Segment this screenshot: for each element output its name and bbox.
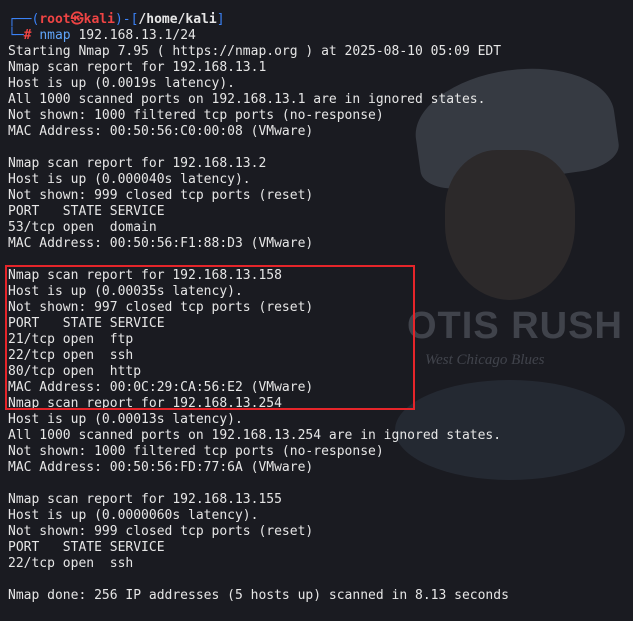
output-line: Nmap scan report for 192.168.13.1	[8, 60, 267, 75]
output-line: Not shown: 1000 filtered tcp ports (no-r…	[8, 444, 384, 459]
prompt-path: /home/kali	[138, 12, 217, 27]
prompt-line-1: ┌──(root㉿kali)-[/home/kali]	[8, 12, 633, 28]
prompt-open: ┌──(	[8, 12, 40, 27]
prompt-second-prefix: └─	[8, 28, 24, 43]
output-line: Not shown: 999 closed tcp ports (reset)	[8, 188, 314, 203]
output-line: 53/tcp open domain	[8, 220, 157, 235]
output-line: Not shown: 1000 filtered tcp ports (no-r…	[8, 108, 384, 123]
prompt-line-2: └─# nmap 192.168.13.1/24	[8, 28, 633, 44]
output-line: Starting Nmap 7.95 ( https://nmap.org ) …	[8, 44, 502, 59]
output-line: MAC Address: 00:50:56:FD:77:6A (VMware)	[8, 460, 314, 475]
output-line: 22/tcp open ssh	[8, 348, 134, 363]
output-line: Host is up (0.0019s latency).	[8, 76, 235, 91]
output-line: Nmap scan report for 192.168.13.254	[8, 396, 282, 411]
prompt-close: ]	[216, 12, 225, 27]
output-line: PORT STATE SERVICE	[8, 540, 165, 555]
terminal-output: Starting Nmap 7.95 ( https://nmap.org ) …	[8, 44, 633, 604]
output-line: Nmap scan report for 192.168.13.2	[8, 156, 267, 171]
output-line: MAC Address: 00:0C:29:CA:56:E2 (VMware)	[8, 380, 314, 395]
output-line: Not shown: 997 closed tcp ports (reset)	[8, 300, 314, 315]
output-line: PORT STATE SERVICE	[8, 316, 165, 331]
output-line: MAC Address: 00:50:56:C0:00:08 (VMware)	[8, 124, 314, 139]
prompt-user: root㉿kali	[39, 12, 115, 27]
prompt-hash: #	[23, 28, 32, 43]
output-line: Host is up (0.00035s latency).	[8, 284, 243, 299]
output-line: MAC Address: 00:50:56:F1:88:D3 (VMware)	[8, 236, 314, 251]
command-args: 192.168.13.1/24	[78, 28, 196, 43]
output-line: Not shown: 999 closed tcp ports (reset)	[8, 524, 314, 539]
output-line: 80/tcp open http	[8, 364, 142, 379]
output-line: PORT STATE SERVICE	[8, 204, 165, 219]
output-line: Nmap scan report for 192.168.13.155	[8, 492, 282, 507]
output-line: All 1000 scanned ports on 192.168.13.254…	[8, 428, 502, 443]
output-line: Host is up (0.000040s latency).	[8, 172, 251, 187]
output-line: Nmap scan report for 192.168.13.158	[8, 268, 282, 283]
prompt-mid: )-[	[114, 12, 139, 27]
output-line: 22/tcp open ssh	[8, 556, 134, 571]
output-line: Host is up (0.00013s latency).	[8, 412, 243, 427]
output-line: Host is up (0.0000060s latency).	[8, 508, 259, 523]
output-line: All 1000 scanned ports on 192.168.13.1 a…	[8, 92, 486, 107]
terminal-window[interactable]: ┌──(root㉿kali)-[/home/kali] └─# nmap 192…	[8, 12, 633, 604]
output-line: 21/tcp open ftp	[8, 332, 134, 347]
command-name: nmap	[39, 28, 71, 43]
output-line: Nmap done: 256 IP addresses (5 hosts up)…	[8, 588, 509, 603]
